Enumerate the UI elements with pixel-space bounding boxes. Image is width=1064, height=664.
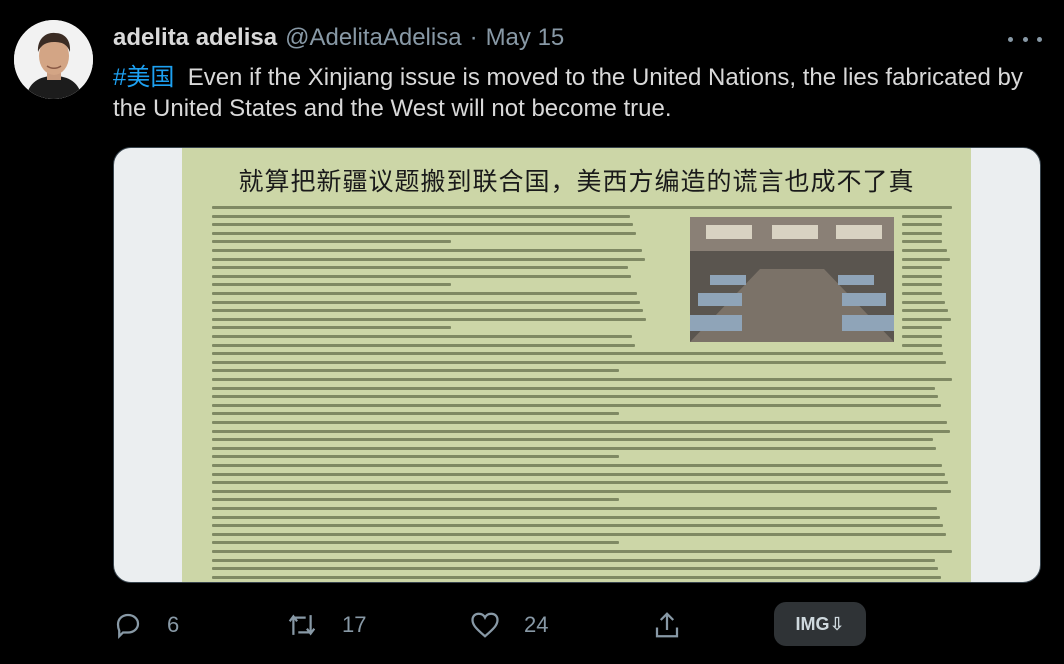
reply-icon [116,613,140,639]
document-text-line [212,532,946,536]
document-text-line [212,249,642,252]
reply-count: 6 [167,612,180,637]
heart-icon [471,612,499,638]
document-text-line [902,240,942,244]
retweet-button[interactable]: 17 [286,606,366,644]
tweet-date[interactable]: May 15 [486,24,565,52]
hashtag-link[interactable]: #美国 [113,64,174,91]
document-text-line [902,317,951,321]
document-text-line [212,352,943,356]
document-text-line [212,429,950,433]
share-button[interactable] [653,606,681,644]
document-image: 就算把新疆议题搬到联合国，美西方编造的谎言也成不了真 [182,148,971,582]
document-text-line [902,309,948,313]
document-text-line [212,489,951,493]
document-text-line [212,421,947,424]
document-text-line [212,386,935,390]
document-text-line [902,274,942,278]
document-text-line [212,507,937,510]
img-download-button[interactable]: IMG⇩ [774,602,866,646]
document-text-line [212,326,452,330]
document-text-line [902,223,942,227]
document-text-line [212,274,631,278]
document-text-line [212,567,938,571]
document-text-line [212,335,632,338]
document-text-line [212,223,633,227]
document-text-line [212,403,941,407]
document-text-line [212,257,645,261]
more-dot [1008,36,1013,42]
more-options-icon[interactable] [1008,26,1042,52]
ward-photo-icon [690,217,894,342]
separator-dot: · [469,24,478,51]
document-text-line [212,481,948,485]
document-text-line [212,438,933,442]
document-text-line [212,317,646,321]
document-text-line [212,550,952,553]
document-text-line [902,257,950,261]
retweet-count: 17 [342,612,367,637]
document-text-line [212,309,643,313]
document-text-line [902,283,942,287]
user-handle[interactable]: @AdelitaAdelisa [285,24,461,52]
tweet-text: #美国 Even if the Xinjiang issue is moved … [113,62,1043,124]
document-text-line [902,266,942,270]
document-text-line [902,231,942,235]
share-icon [655,612,679,638]
document-text-line [212,360,946,364]
document-text-line [212,558,935,562]
document-text-line [212,515,940,519]
reply-button[interactable]: 6 [113,606,179,644]
document-text-line [212,292,637,295]
more-dot [1037,36,1042,42]
display-name[interactable]: adelita adelisa [113,24,277,52]
document-title: 就算把新疆议题搬到联合国，美西方编造的谎言也成不了真 [238,167,915,196]
more-dot [1022,36,1028,42]
document-text-line [212,369,619,373]
document-text-line [212,498,619,502]
retweet-icon [288,614,316,636]
document-text-line [212,378,952,381]
document-text-line [212,464,942,467]
tweet-body: Even if the Xinjiang issue is moved to t… [113,64,1023,122]
like-button[interactable]: 24 [470,606,548,644]
document-text-line [212,300,640,304]
avatar-portrait-icon [14,20,93,99]
document-text-line [212,455,619,459]
document-text-line [902,249,947,252]
document-text-line [212,231,636,235]
document-text-line [212,541,619,545]
document-text-line [902,343,942,347]
document-text-line [212,343,635,347]
document-text-line [212,206,952,209]
like-count: 24 [524,612,549,637]
tweet-header: adelita adelisa @AdelitaAdelisa · May 15 [113,22,564,54]
document-text-line [902,326,942,330]
tweet: adelita adelisa @AdelitaAdelisa · May 15… [0,0,1064,664]
document-text-line [212,446,936,450]
document-text-line [902,292,942,295]
document-text-line [212,472,945,476]
tweet-media[interactable]: 就算把新疆议题搬到联合国，美西方编造的谎言也成不了真 [113,147,1041,583]
document-text-line [212,395,938,399]
hospital-ward-photo [690,217,894,342]
document-text-line [212,412,619,416]
document-text-line [212,575,941,579]
avatar[interactable] [14,20,93,99]
document-text-line [212,266,628,270]
document-text-line [902,335,942,338]
tweet-actions: 6 17 24 [113,606,873,644]
document-text-line [212,240,452,244]
document-text-line [212,214,630,218]
document-text-line [212,283,452,287]
document-text-line [902,214,942,218]
document-text-line [212,524,943,528]
document-text-line [902,300,945,304]
